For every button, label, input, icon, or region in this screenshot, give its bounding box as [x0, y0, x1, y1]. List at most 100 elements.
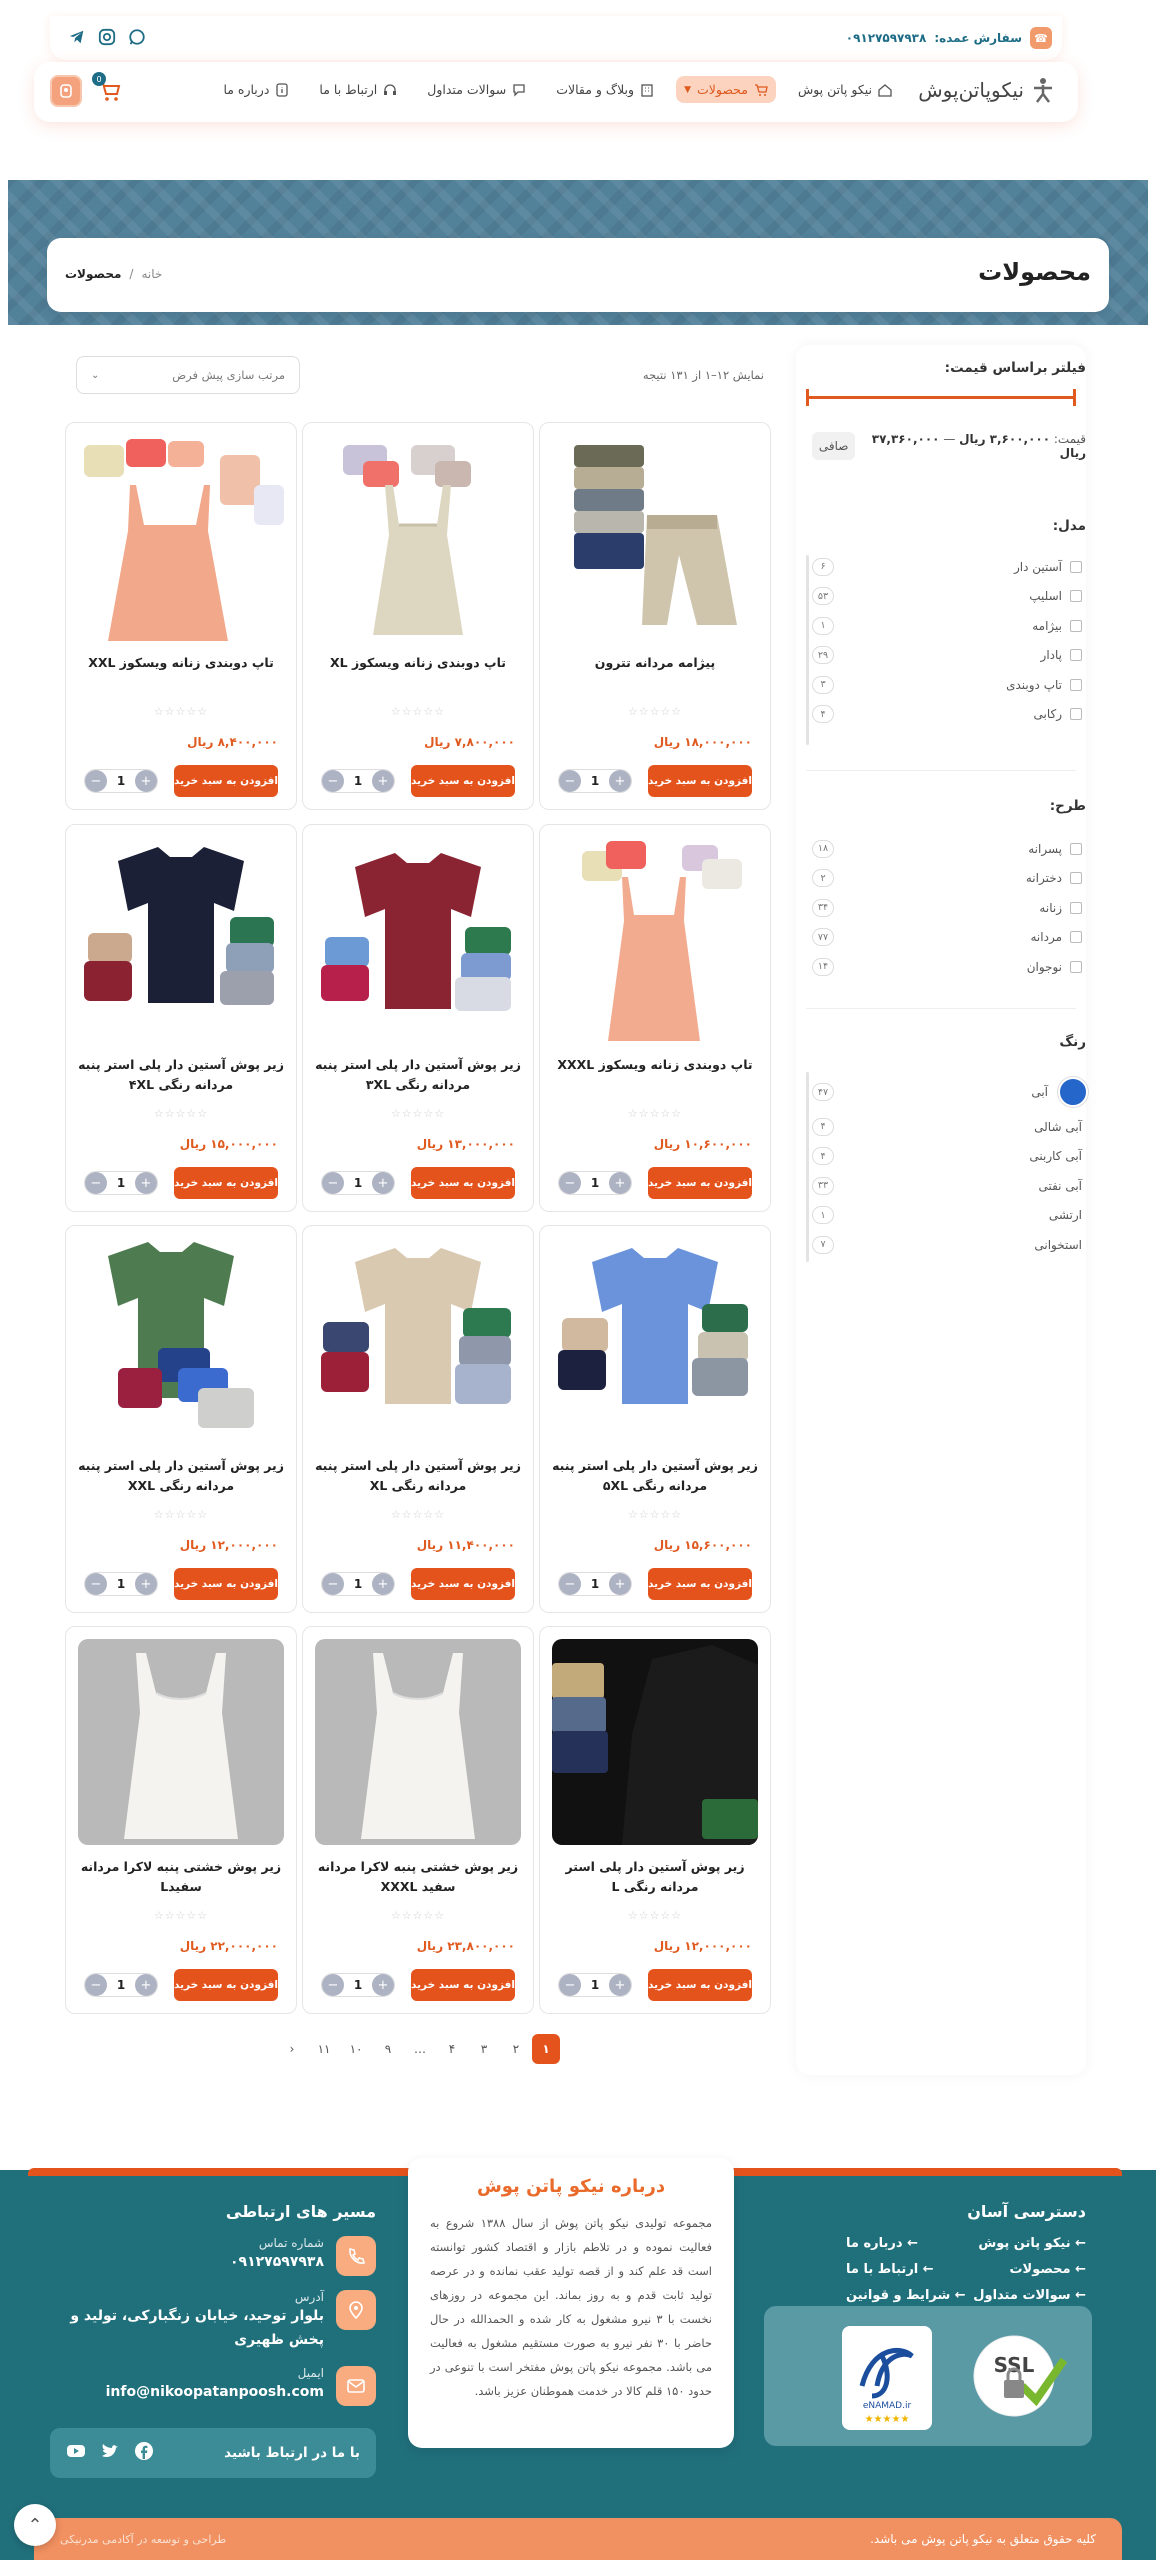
minus-icon[interactable]: −: [85, 1974, 107, 1996]
product-title[interactable]: زیر پوش آستین دار پلی استر پنبه مردانه ر…: [313, 1456, 523, 1496]
nav-item-contact[interactable]: ارتباط با ما: [311, 76, 405, 103]
ssl-badge[interactable]: SSL: [966, 2328, 1070, 2424]
account-button[interactable]: [50, 75, 82, 107]
filter-option[interactable]: آبی شالی ۴: [812, 1112, 1082, 1142]
plus-icon[interactable]: +: [134, 770, 157, 792]
product-card[interactable]: تاپ دوبندی زنانه ویسکوز XL ☆☆☆☆☆ ۷,۸۰۰,۰۰۰…: [302, 422, 534, 810]
quantity-value[interactable]: 1: [117, 1176, 125, 1190]
filter-option[interactable]: تاپ دوبندی ۳: [812, 670, 1082, 700]
plus-icon[interactable]: +: [134, 1974, 157, 1996]
plus-icon[interactable]: +: [608, 1172, 631, 1194]
product-image[interactable]: [552, 435, 758, 641]
add-to-cart-button[interactable]: افزودن به سبد خرید: [411, 765, 515, 797]
minus-icon[interactable]: −: [85, 770, 107, 792]
filter-option[interactable]: آبی کاربنی ۴: [812, 1142, 1082, 1172]
scroll-to-top-button[interactable]: ⌃: [14, 2504, 56, 2546]
filter-checkbox[interactable]: [1070, 560, 1082, 573]
filter-checkbox[interactable]: [1070, 901, 1082, 914]
minus-icon[interactable]: −: [322, 1573, 344, 1595]
plus-icon[interactable]: +: [608, 1974, 631, 1996]
nav-item-about[interactable]: درباره ما: [215, 76, 297, 103]
color-swatch[interactable]: [1058, 1077, 1088, 1107]
developer-credit[interactable]: طراحی و توسعه در آکادمی مدرنیکی: [60, 2533, 226, 2546]
nav-item-faq[interactable]: سوالات متداول: [419, 76, 534, 103]
pagination-page[interactable]: ۹: [372, 2034, 404, 2064]
filter-option[interactable]: آبی ۴۷: [812, 1072, 1088, 1112]
product-image[interactable]: [552, 837, 758, 1043]
nav-item-home[interactable]: نیکو پاتن پوش: [790, 76, 900, 103]
filter-option[interactable]: ارتشی ۱: [812, 1201, 1082, 1231]
footer-link[interactable]: ← درباره ما: [846, 2236, 918, 2262]
plus-icon[interactable]: +: [134, 1172, 157, 1194]
quantity-value[interactable]: 1: [591, 1176, 599, 1190]
quantity-value[interactable]: 1: [591, 1577, 599, 1591]
filter-checkbox[interactable]: [1070, 842, 1082, 855]
plus-icon[interactable]: +: [371, 1974, 394, 1996]
model-list-scrollbar[interactable]: [806, 555, 809, 745]
product-image[interactable]: [552, 1238, 758, 1444]
filter-checkbox[interactable]: [1070, 619, 1082, 632]
product-title[interactable]: زیر پوش آستین دار پلی استر پنبه مردانه ر…: [76, 1456, 286, 1496]
add-to-cart-button[interactable]: افزودن به سبد خرید: [648, 1167, 752, 1199]
filter-option[interactable]: اسلیپ ۵۳: [812, 582, 1082, 612]
quantity-value[interactable]: 1: [591, 774, 599, 788]
quantity-value[interactable]: 1: [117, 774, 125, 788]
filter-apply-button[interactable]: صافی: [812, 432, 856, 460]
nav-item-blog[interactable]: وبلاگ و مقالات: [548, 76, 662, 103]
plus-icon[interactable]: +: [371, 1573, 394, 1595]
minus-icon[interactable]: −: [322, 1974, 344, 1996]
product-card[interactable]: زیر پوش آستین دار پلی استر پنبه مردانه ر…: [65, 1225, 297, 1613]
next-page-icon[interactable]: ›: [276, 2034, 308, 2064]
product-image[interactable]: [78, 837, 284, 1043]
add-to-cart-button[interactable]: افزودن به سبد خرید: [411, 1969, 515, 2001]
add-to-cart-button[interactable]: افزودن به سبد خرید: [174, 1568, 278, 1600]
plus-icon[interactable]: +: [371, 770, 394, 792]
youtube-icon[interactable]: [66, 2441, 86, 2465]
filter-checkbox[interactable]: [1070, 649, 1082, 662]
product-image[interactable]: [78, 435, 284, 641]
quantity-value[interactable]: 1: [354, 1176, 362, 1190]
filter-checkbox[interactable]: [1070, 960, 1082, 973]
product-card[interactable]: زیر پوش آستین دار پلی استر مردانه رنگی L…: [539, 1626, 771, 2014]
product-title[interactable]: تاپ دوبندی زنانه ویسکوز XXL: [76, 653, 286, 673]
product-card[interactable]: زیر پوش آستین دار پلی استر پنبه مردانه ر…: [302, 824, 534, 1212]
product-image[interactable]: [78, 1639, 284, 1845]
product-card[interactable]: زیر پوش خشتی پنبه لاکرا مردانه سفید XXXL…: [302, 1626, 534, 2014]
add-to-cart-button[interactable]: افزودن به سبد خرید: [174, 1969, 278, 2001]
filter-option[interactable]: نوجوان ۱۴: [812, 952, 1082, 982]
product-image[interactable]: [315, 435, 521, 641]
twitter-icon[interactable]: [100, 2441, 120, 2465]
filter-option[interactable]: بیژامه ۱: [812, 611, 1082, 641]
whatsapp-icon[interactable]: [128, 28, 146, 46]
product-card[interactable]: تاپ دوبندی زنانه ویسکوز XXXL ☆☆☆☆☆ ۱۰,۶۰۰,…: [539, 824, 771, 1212]
plus-icon[interactable]: +: [134, 1573, 157, 1595]
quantity-value[interactable]: 1: [354, 1577, 362, 1591]
filter-option[interactable]: دخترانه ۲: [812, 864, 1082, 894]
filter-option[interactable]: زنانه ۳۴: [812, 893, 1082, 923]
price-slider-handle-max[interactable]: [1073, 389, 1076, 406]
product-title[interactable]: زیر پوش خشتی پنبه لاکرا مردانه سفیدL: [76, 1857, 286, 1897]
telegram-icon[interactable]: [68, 28, 86, 46]
product-title[interactable]: زیر پوش آستین دار پلی استر مردانه رنگی L: [550, 1857, 760, 1897]
price-slider[interactable]: [806, 389, 1076, 406]
product-title[interactable]: زیر پوش خشتی پنبه لاکرا مردانه سفید XXXL: [313, 1857, 523, 1897]
pagination-page[interactable]: ۱۰: [340, 2034, 372, 2064]
product-title[interactable]: زیر پوش آستین دار پلی استر پنبه مردانه ر…: [550, 1456, 760, 1496]
sort-select[interactable]: مرتب سازی پیش فرض ⌄: [76, 356, 300, 394]
product-image[interactable]: [315, 1238, 521, 1444]
enamad-badge[interactable]: eNAMAD.ir ★★★★★: [842, 2326, 932, 2430]
cart-button[interactable]: 0: [92, 72, 124, 106]
nav-item-products[interactable]: محصولات ▼: [676, 76, 776, 103]
product-image[interactable]: [78, 1238, 284, 1444]
quantity-value[interactable]: 1: [354, 774, 362, 788]
add-to-cart-button[interactable]: افزودن به سبد خرید: [411, 1568, 515, 1600]
pagination-page[interactable]: ۲: [500, 2034, 532, 2064]
add-to-cart-button[interactable]: افزودن به سبد خرید: [411, 1167, 515, 1199]
filter-checkbox[interactable]: [1070, 678, 1082, 691]
product-card[interactable]: زیر پوش آستین دار پلی استر پنبه مردانه ر…: [302, 1225, 534, 1613]
pagination-page[interactable]: ۴: [436, 2034, 468, 2064]
footer-link[interactable]: ← محصولات: [1009, 2262, 1086, 2288]
filter-checkbox[interactable]: [1070, 708, 1082, 721]
add-to-cart-button[interactable]: افزودن به سبد خرید: [648, 1568, 752, 1600]
filter-option[interactable]: مردانه ۷۷: [812, 923, 1082, 953]
